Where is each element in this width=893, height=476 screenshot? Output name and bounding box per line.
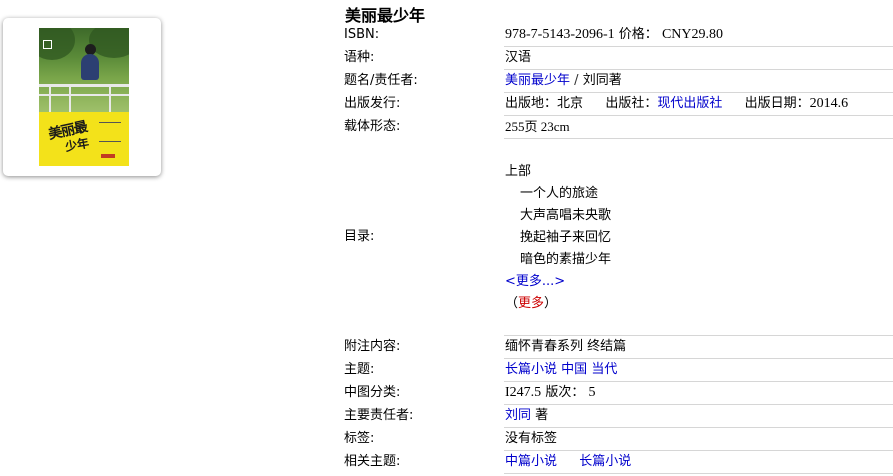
subject-link-3[interactable]: 当代	[591, 362, 617, 377]
toc-more-link[interactable]: <更多...>	[505, 274, 565, 289]
tags-value: 没有标签	[504, 427, 893, 451]
toc-list: 上部 一个人的旅途 大声高唱未央歌 挽起袖子来回忆 暗色的素描少年 <更多...…	[505, 139, 893, 335]
isbn-value-cell: 978-7-5143-2096-1 价格： CNY29.80	[504, 24, 893, 47]
publisher-link[interactable]: 现代出版社	[657, 96, 722, 111]
cover-blurb	[99, 122, 121, 142]
row-language: 语种: 汉语	[343, 46, 893, 70]
toc-label: 目录:	[344, 229, 375, 244]
physical-label: 载体形态:	[344, 119, 401, 134]
related-value-cell: 中篇小说 长篇小说	[504, 450, 893, 474]
author-statement: 刘同著	[582, 73, 622, 88]
toc-more-red-link[interactable]: 更多	[518, 296, 544, 311]
physical-value: 255页 23cm	[504, 115, 893, 139]
row-toc: 目录: 上部 一个人的旅途 大声高唱未央歌 挽起袖子来回忆 暗色的素描少年 <更…	[343, 138, 893, 336]
toc-value-cell: 上部 一个人的旅途 大声高唱未央歌 挽起袖子来回忆 暗色的素描少年 <更多...…	[504, 138, 893, 336]
title-link[interactable]: 美丽最少年	[505, 73, 570, 88]
title-author-separator: /	[574, 73, 579, 88]
toc-more-red-wrapper: （更多）	[505, 293, 893, 315]
subject-link-2[interactable]: 中国	[561, 362, 587, 377]
book-cover-image[interactable]: 美丽最 少年	[39, 28, 129, 166]
publisher-logo	[101, 154, 115, 158]
related-link-1[interactable]: 中篇小说	[505, 454, 557, 469]
edition-label: 版次：	[545, 385, 585, 400]
price-value: CNY29.80	[661, 27, 724, 42]
notes-label: 附注内容:	[344, 339, 401, 354]
toc-part: 上部	[505, 164, 532, 179]
classification-value-cell: I247.5 版次： 5	[504, 381, 893, 405]
row-publication: 出版发行: 出版地：北京 出版社：现代出版社 出版日期：2014.6	[343, 92, 893, 116]
toc-paren-open: （	[505, 296, 519, 311]
subject-label: 主题:	[344, 362, 375, 377]
toc-chapter-1: 一个人的旅途	[520, 186, 599, 201]
language-value: 汉语	[504, 46, 893, 70]
row-classification: 中图分类: I247.5 版次： 5	[343, 381, 893, 405]
related-link-2[interactable]: 长篇小说	[579, 454, 631, 469]
cover-title-art-2: 少年	[64, 136, 91, 154]
publication-value-cell: 出版地：北京 出版社：现代出版社 出版日期：2014.6	[504, 92, 893, 116]
classification-value: I247.5	[505, 385, 542, 400]
isbn-label: ISBN:	[344, 27, 380, 43]
main-author-value-cell: 刘同 著	[504, 404, 893, 428]
place-label: 出版地：	[505, 96, 558, 111]
row-notes: 附注内容: 缅怀青春系列 终结篇	[343, 335, 893, 359]
publisher-label: 出版社：	[605, 96, 658, 111]
edition-value: 5	[588, 385, 596, 400]
row-main-author: 主要责任者: 刘同 著	[343, 404, 893, 428]
book-title: 美丽最少年	[345, 8, 426, 25]
toc-chapter-4: 暗色的素描少年	[520, 252, 612, 267]
related-label: 相关主题:	[344, 454, 401, 469]
row-title-author: 题名/责任者: 美丽最少年 / 刘同著	[343, 69, 893, 93]
row-related: 相关主题: 中篇小说 长篇小说	[343, 450, 893, 474]
row-tags: 标签: 没有标签	[343, 427, 893, 451]
isbn-value: 978-7-5143-2096-1	[505, 27, 615, 42]
row-subject: 主题: 长篇小说 中国 当代	[343, 358, 893, 382]
toc-chapter-2: 大声高唱未央歌	[520, 208, 612, 223]
subject-link-1[interactable]: 长篇小说	[505, 362, 557, 377]
price-label: 价格：	[618, 27, 658, 42]
classification-label: 中图分类:	[344, 385, 401, 400]
title-author-value-cell: 美丽最少年 / 刘同著	[504, 69, 893, 93]
row-isbn: ISBN: 978-7-5143-2096-1 价格： CNY29.80	[343, 24, 893, 47]
cover-photo	[39, 28, 129, 112]
title-author-label: 题名/责任者:	[344, 73, 418, 88]
book-cover-frame[interactable]: 美丽最 少年	[3, 18, 161, 176]
date-value: 2014.6	[809, 96, 849, 111]
main-author-link[interactable]: 刘同	[505, 408, 531, 423]
tags-label: 标签:	[344, 431, 375, 446]
main-author-label: 主要责任者:	[344, 408, 414, 423]
subject-value-cell: 长篇小说 中国 当代	[504, 358, 893, 382]
notes-value: 缅怀青春系列 终结篇	[504, 335, 893, 359]
book-info-table: ISBN: 978-7-5143-2096-1 价格： CNY29.80 语种:…	[343, 24, 893, 474]
date-label: 出版日期：	[744, 96, 810, 111]
toc-chapter-3: 挽起袖子来回忆	[520, 230, 612, 245]
main-author-role: 著	[535, 408, 549, 423]
toc-paren-close: ）	[544, 296, 558, 311]
language-label: 语种:	[344, 50, 375, 65]
row-physical: 载体形态: 255页 23cm	[343, 115, 893, 139]
publication-label: 出版发行:	[344, 96, 401, 111]
place-value: 北京	[557, 96, 584, 111]
